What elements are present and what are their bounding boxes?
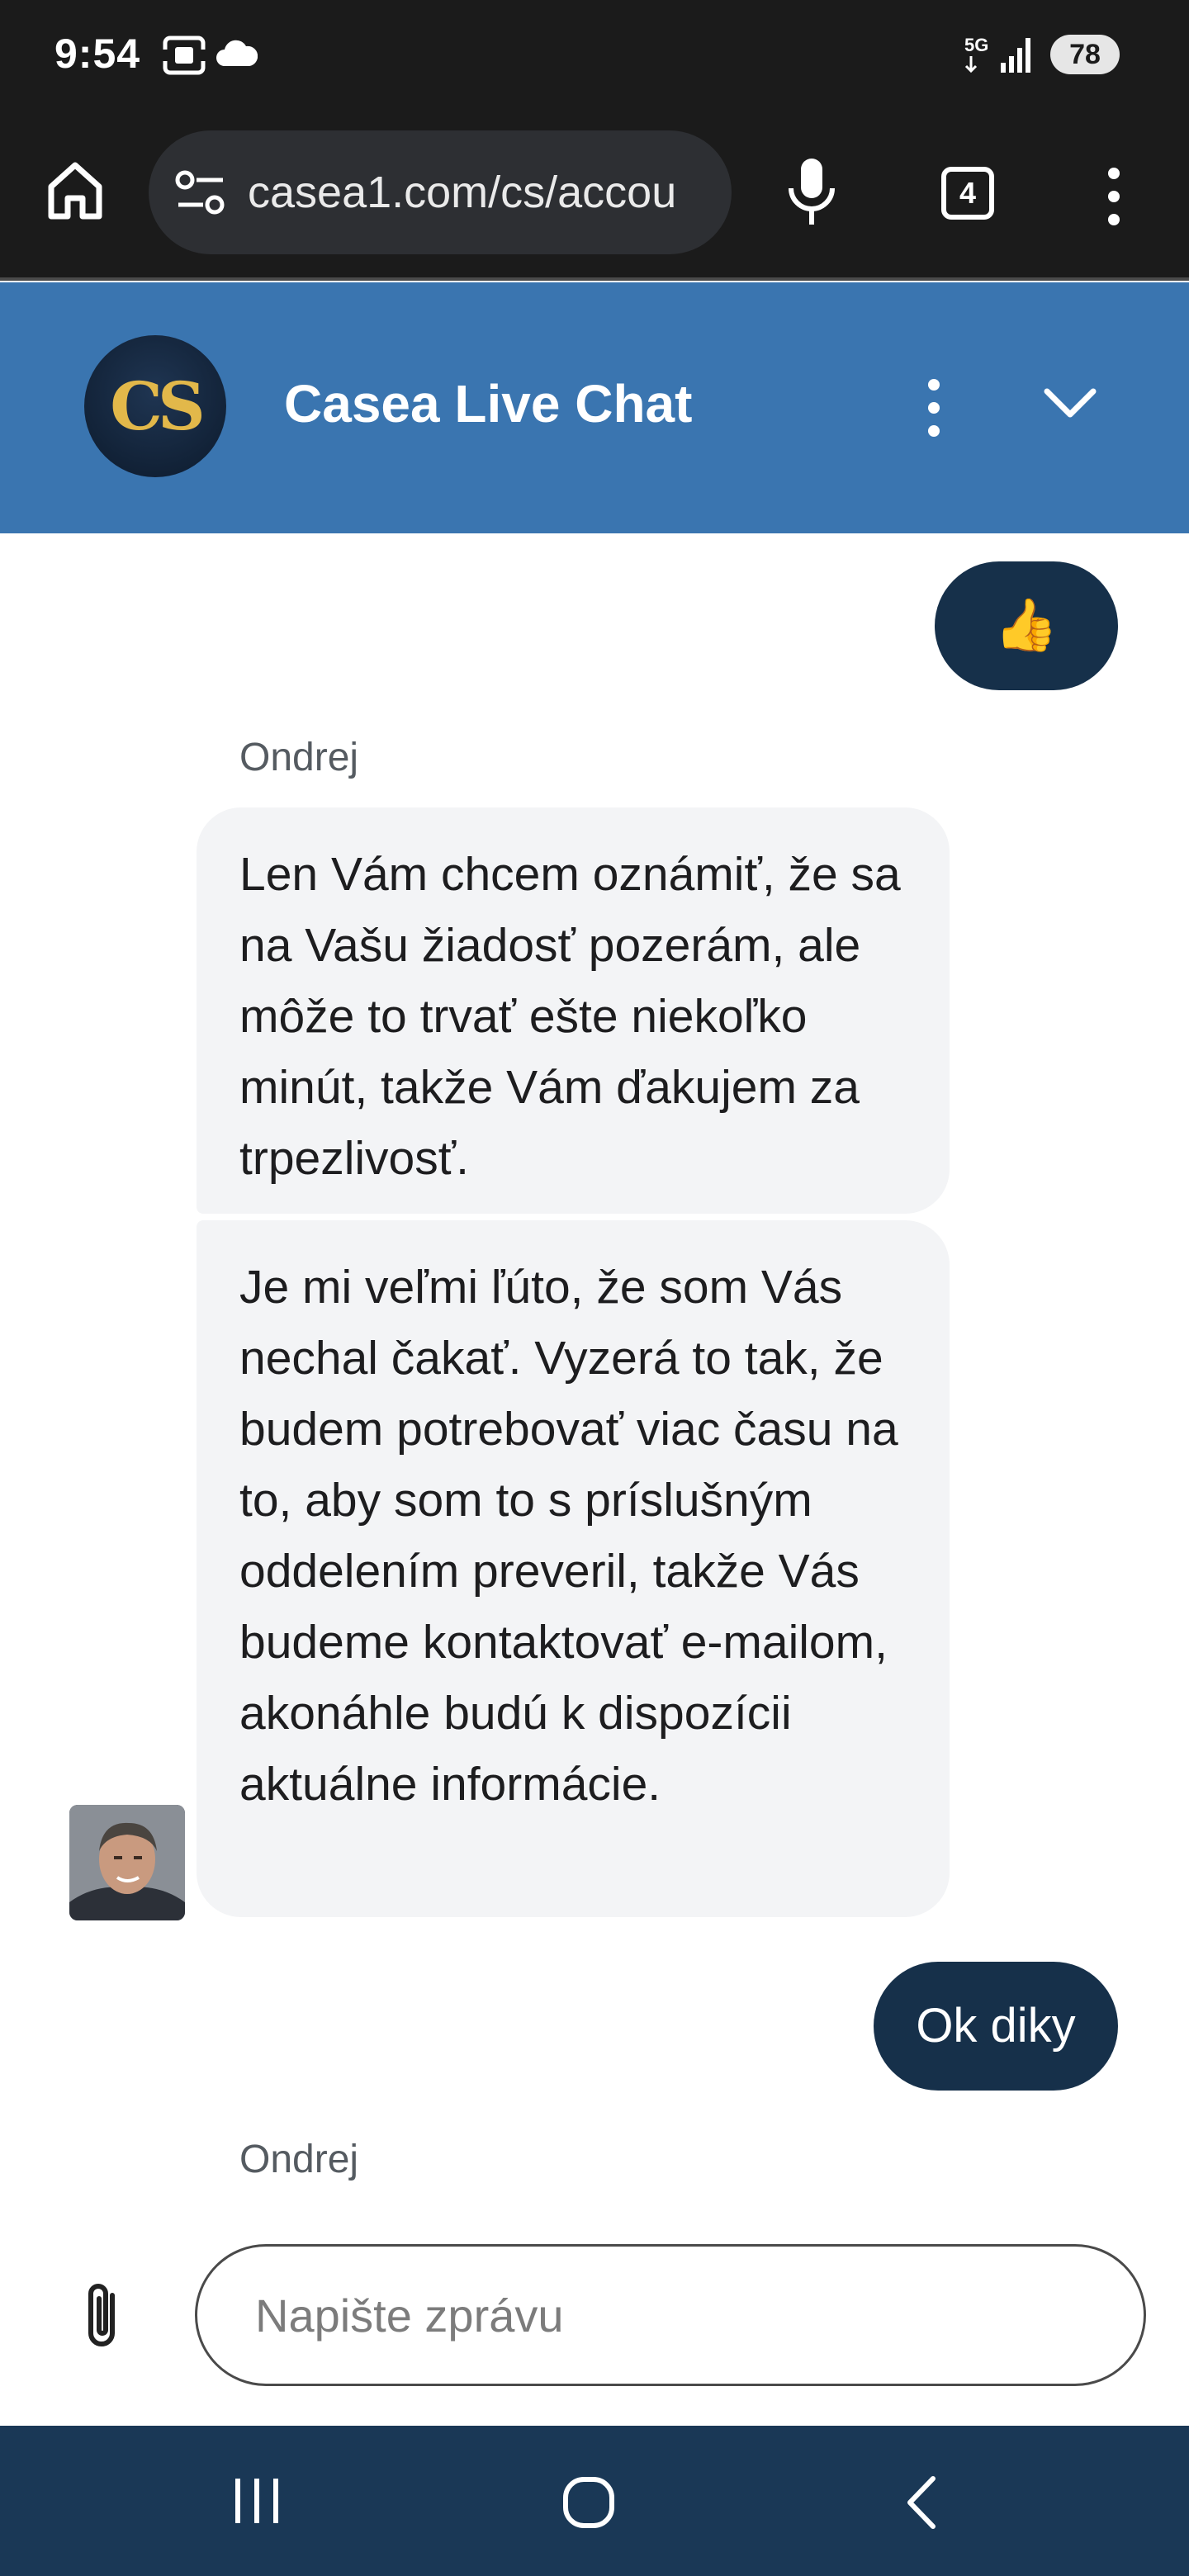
message-composer xyxy=(0,2234,1189,2426)
status-bar: 9:54 5G 78 xyxy=(0,0,1189,107)
more-vert-icon[interactable] xyxy=(1101,163,1126,230)
system-nav-bar xyxy=(0,2426,1189,2576)
network-type: 5G xyxy=(964,35,988,55)
screenshot-icon xyxy=(162,36,206,75)
agent-avatar xyxy=(69,1805,185,1920)
outgoing-message: 👍 xyxy=(935,561,1118,690)
browser-toolbar: casea1.com/cs/accou 4 xyxy=(0,107,1189,281)
message-input-box[interactable] xyxy=(195,2244,1146,2386)
outgoing-message: Ok diky xyxy=(874,1962,1118,2091)
sender-name: Ondrej xyxy=(239,736,359,779)
brand-logo: CS xyxy=(84,335,226,477)
incoming-message: Len Vám chcem oznámiť, že sa na Vašu žia… xyxy=(197,807,950,1214)
battery-indicator: 78 xyxy=(1050,35,1120,74)
cloud-icon xyxy=(216,40,258,66)
site-settings-icon[interactable] xyxy=(175,168,226,216)
chevron-down-icon[interactable] xyxy=(1042,385,1098,421)
attachment-icon[interactable] xyxy=(79,2279,127,2355)
address-bar[interactable]: casea1.com/cs/accou xyxy=(149,130,732,254)
recent-apps-icon[interactable] xyxy=(231,2475,282,2526)
tabs-button[interactable]: 4 xyxy=(941,167,994,220)
home-circle-icon[interactable] xyxy=(561,2475,616,2530)
chat-header: CS Casea Live Chat xyxy=(0,282,1189,533)
back-icon[interactable] xyxy=(902,2474,943,2531)
signal-icon: 5G xyxy=(964,35,1030,73)
home-icon[interactable] xyxy=(43,159,107,223)
message-input[interactable] xyxy=(255,2247,1097,2384)
chat-title: Casea Live Chat xyxy=(284,374,693,433)
url-text: casea1.com/cs/accou xyxy=(248,168,677,217)
chat-menu-icon[interactable] xyxy=(921,376,946,439)
sender-name: Ondrej xyxy=(239,2138,359,2181)
status-time: 9:54 xyxy=(54,31,141,77)
avatar-image xyxy=(69,1805,185,1920)
logo-text: CS xyxy=(110,367,205,445)
incoming-message: Je mi veľmi ľúto, že som Vás nechal čaka… xyxy=(197,1220,950,1917)
message-list[interactable]: 👍 Ondrej Len Vám chcem oznámiť, že sa na… xyxy=(0,533,1189,2234)
microphone-icon[interactable] xyxy=(784,155,839,230)
